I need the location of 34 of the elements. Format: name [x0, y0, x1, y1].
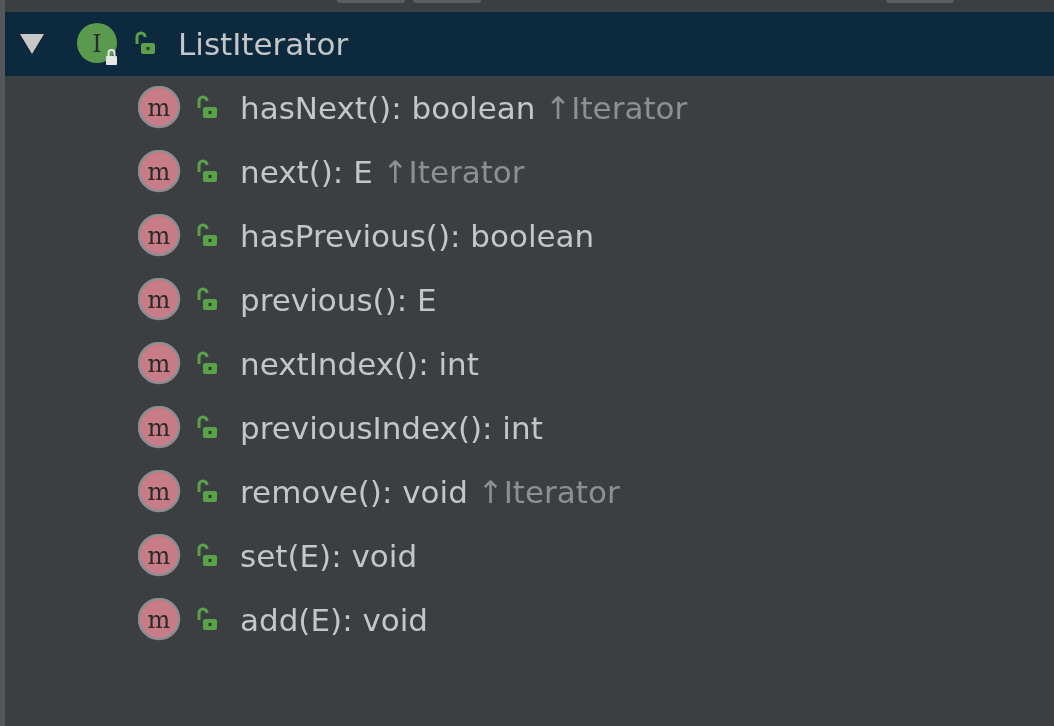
method-signature: hasNext(): boolean ↑Iterator: [240, 90, 688, 126]
method-signature: set(E): void: [240, 538, 418, 574]
method-row[interactable]: m remove(): void ↑Iterator: [5, 460, 1054, 524]
method-row[interactable]: m previous(): E: [5, 268, 1054, 332]
method-signature: previousIndex(): int: [240, 410, 543, 446]
method-icon: m: [138, 278, 182, 322]
method-signature: remove(): void ↑Iterator: [240, 474, 620, 510]
interface-name: ListIterator: [178, 26, 349, 62]
method-icon: m: [138, 214, 182, 258]
method-row[interactable]: m hasPrevious(): boolean: [5, 204, 1054, 268]
toolbar-button[interactable]: [413, 0, 481, 3]
method-row[interactable]: m nextIndex(): int: [5, 332, 1054, 396]
method-signature: previous(): E: [240, 282, 437, 318]
method-icon: m: [138, 598, 182, 642]
expand-arrow-icon[interactable]: [19, 33, 45, 55]
method-icon: m: [138, 406, 182, 450]
method-signature: next(): E ↑Iterator: [240, 154, 525, 190]
method-row[interactable]: m next(): E ↑Iterator: [5, 140, 1054, 204]
method-row[interactable]: m set(E): void: [5, 524, 1054, 588]
tree-row[interactable]: I ListIterator: [5, 12, 1054, 76]
method-icon: m: [138, 534, 182, 578]
toolbar-button[interactable]: [337, 0, 405, 3]
method-signature: add(E): void: [240, 602, 429, 638]
method-signature: nextIndex(): int: [240, 346, 479, 382]
interface-icon: I: [76, 22, 120, 66]
method-row[interactable]: m hasNext(): boolean ↑Iterator: [5, 76, 1054, 140]
method-signature: hasPrevious(): boolean: [240, 218, 595, 254]
method-icon: m: [138, 86, 182, 130]
method-icon: m: [138, 342, 182, 386]
method-row[interactable]: m add(E): void: [5, 588, 1054, 652]
method-icon: m: [138, 470, 182, 514]
method-row[interactable]: m previousIndex(): int: [5, 396, 1054, 460]
toolbar-button[interactable]: [886, 0, 954, 3]
method-icon: m: [138, 150, 182, 194]
